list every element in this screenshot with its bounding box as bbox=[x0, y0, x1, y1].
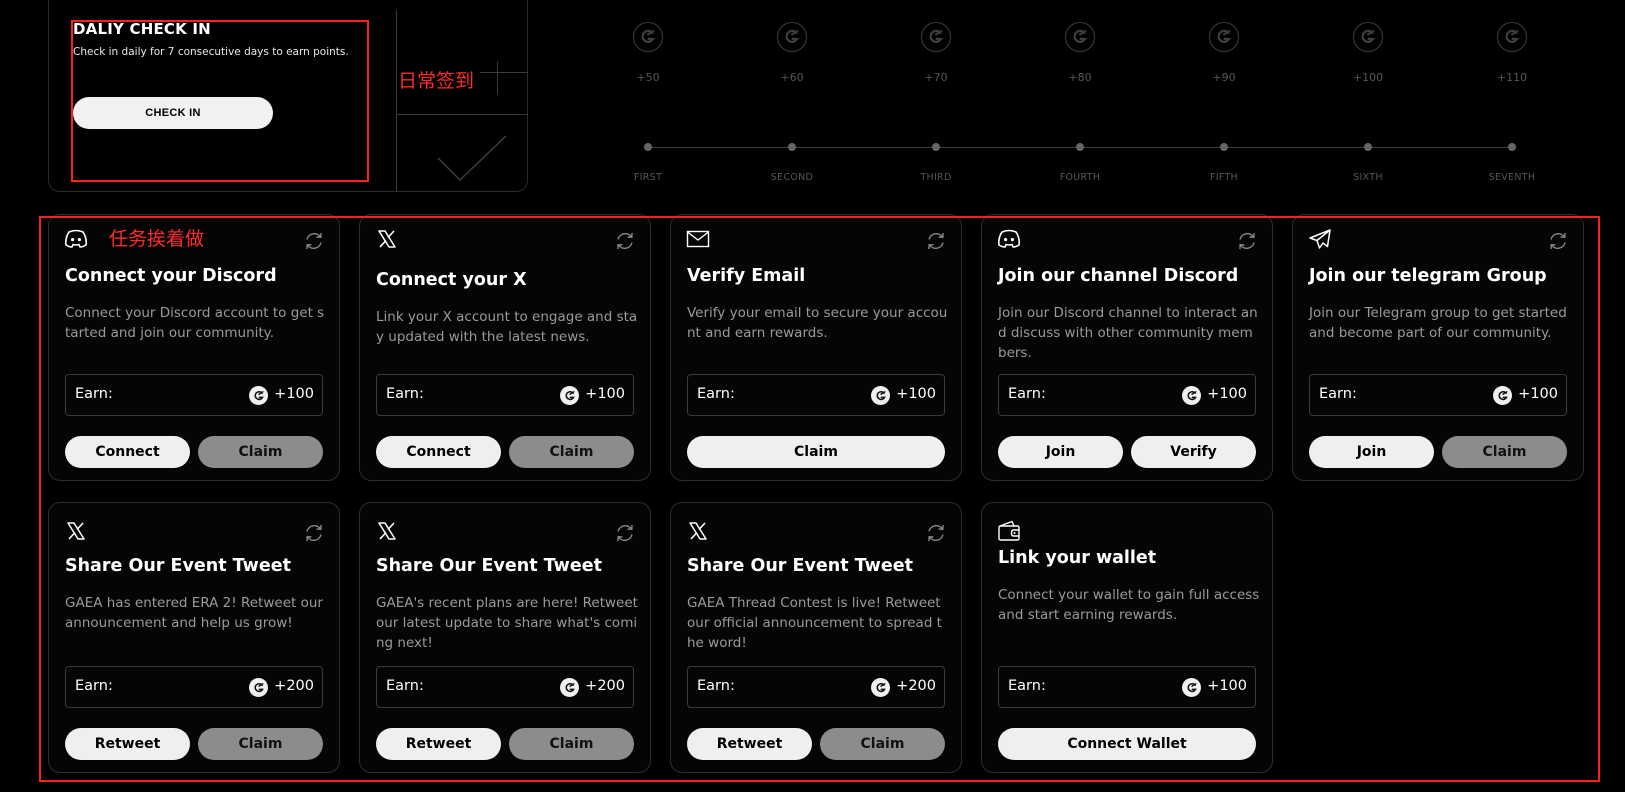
day-progress-dot bbox=[1364, 143, 1372, 151]
annotation-label-daily: 日常签到 bbox=[398, 70, 475, 92]
decor-plus bbox=[497, 62, 498, 94]
day-coin-icon bbox=[1353, 22, 1383, 52]
day-progress-dot bbox=[1220, 143, 1228, 151]
day-progress-dot bbox=[1508, 143, 1516, 151]
day-label: FOURTH bbox=[1059, 172, 1101, 183]
day-label: SIXTH bbox=[1353, 172, 1383, 183]
day-points: +50 bbox=[636, 71, 660, 84]
day-coin-icon bbox=[777, 22, 807, 52]
annotation-label-tasks: 任务挨着做 bbox=[109, 228, 205, 250]
day-points: +90 bbox=[1212, 71, 1236, 84]
day-coin-icon bbox=[633, 22, 663, 52]
annotation-box-tasks bbox=[39, 216, 1600, 782]
day-label: FIRST bbox=[633, 172, 663, 183]
day-coin-icon bbox=[1497, 22, 1527, 52]
day-label: SEVENTH bbox=[1488, 172, 1536, 183]
day-label: FIFTH bbox=[1209, 172, 1238, 183]
day-points: +110 bbox=[1496, 71, 1528, 84]
day-label: THIRD bbox=[920, 172, 952, 183]
day-progress-dot bbox=[932, 143, 940, 151]
decor-plus bbox=[480, 72, 528, 73]
day-coin-icon bbox=[1209, 22, 1239, 52]
day-points: +70 bbox=[924, 71, 948, 84]
day-progress-dot bbox=[644, 143, 652, 151]
day-points: +100 bbox=[1352, 71, 1384, 84]
day-coin-icon bbox=[921, 22, 951, 52]
day-progress-dot bbox=[1076, 143, 1084, 151]
checkmark-decor-icon bbox=[437, 135, 507, 182]
day-label: SECOND bbox=[770, 172, 814, 183]
day-coin-icon bbox=[1065, 22, 1095, 52]
day-points: +80 bbox=[1068, 71, 1092, 84]
annotation-box-daily bbox=[71, 20, 369, 182]
day-progress-dot bbox=[788, 143, 796, 151]
decor-line bbox=[396, 10, 397, 192]
day-points: +60 bbox=[780, 71, 804, 84]
decor-line bbox=[396, 114, 528, 115]
